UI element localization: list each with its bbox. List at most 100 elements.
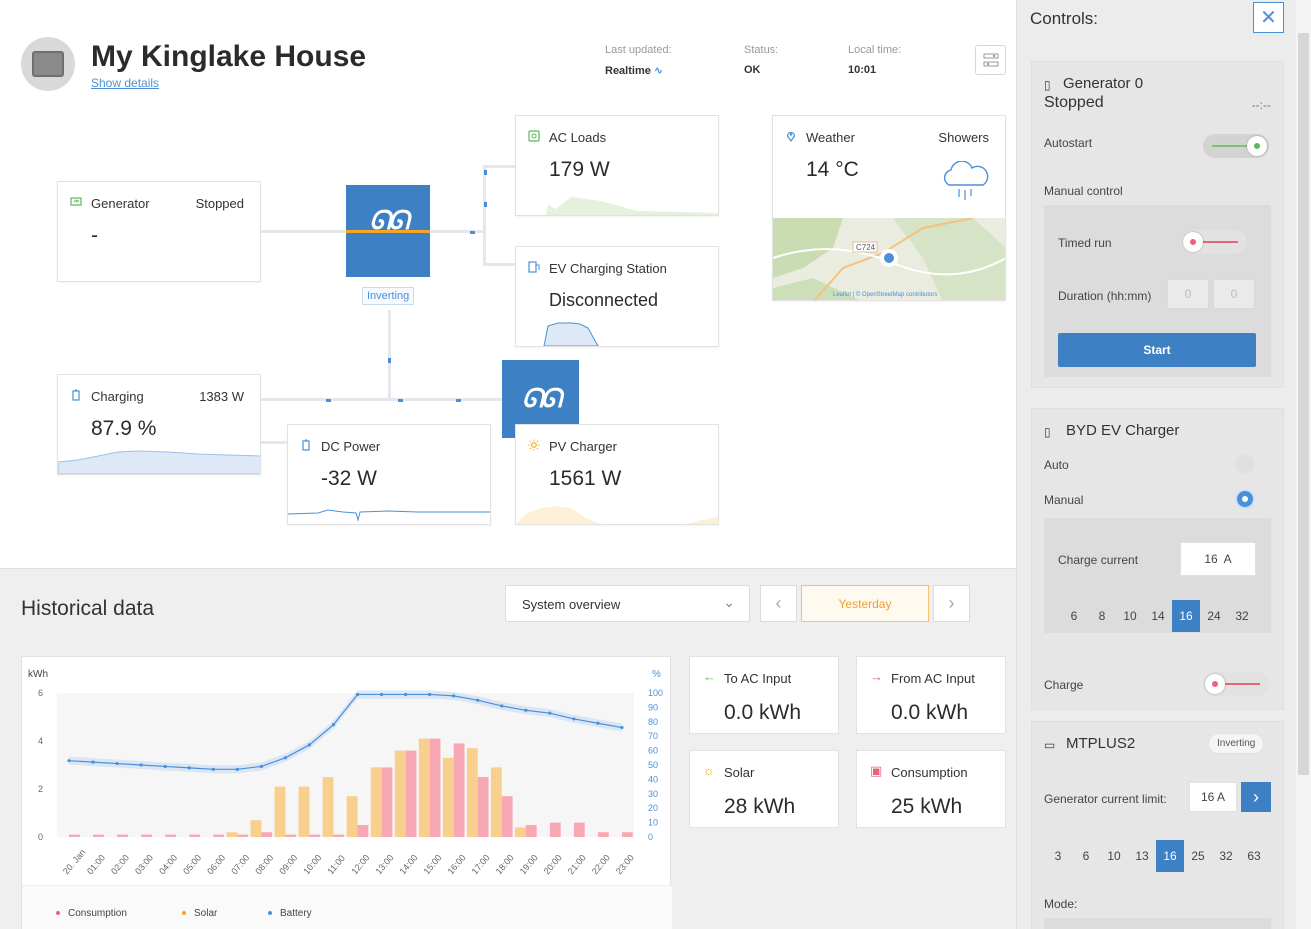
y2-axis-label: % bbox=[652, 669, 661, 680]
generator-name: Generator 0 bbox=[1063, 75, 1144, 92]
limit-option-selected[interactable]: 16 bbox=[1156, 840, 1184, 872]
battery-point bbox=[548, 711, 552, 715]
history-chart[interactable]: kWh %0246010203040506070809010020. Jan01:… bbox=[22, 657, 672, 885]
ac-loads-sparkline bbox=[546, 197, 718, 215]
charge-label: Charge bbox=[1044, 678, 1084, 692]
weather-box[interactable]: Weather Showers 14 °C C724 Leaflet | © O… bbox=[772, 115, 1006, 301]
controls-scrollbar[interactable] bbox=[1296, 0, 1311, 929]
x-tick-label: 03:00 bbox=[133, 853, 155, 877]
consumption-bar bbox=[357, 825, 369, 837]
consumption-bar bbox=[189, 834, 201, 837]
mode-selector[interactable] bbox=[1044, 918, 1271, 929]
x-tick-label: 08:00 bbox=[253, 853, 275, 877]
limit-option[interactable]: 10 bbox=[1100, 840, 1128, 872]
prev-period-button[interactable]: ‹ bbox=[760, 585, 797, 622]
consumption-bar bbox=[237, 834, 249, 837]
controls-toggle-button[interactable] bbox=[975, 45, 1006, 75]
mtplus-control-card: ▭ MTPLUS2 Inverting Generator current li… bbox=[1031, 721, 1284, 929]
battery-point bbox=[428, 692, 432, 697]
close-controls-button[interactable]: ✕ bbox=[1253, 2, 1284, 33]
limit-option[interactable]: 63 bbox=[1240, 840, 1268, 872]
generator-box[interactable]: Generator Stopped - bbox=[57, 181, 261, 282]
limit-option[interactable]: 13 bbox=[1128, 840, 1156, 872]
charge-current-input[interactable]: 16 A bbox=[1180, 542, 1256, 576]
limit-option[interactable]: 32 bbox=[1212, 840, 1240, 872]
y2-tick-label: 40 bbox=[648, 774, 658, 784]
show-details-link[interactable]: Show details bbox=[91, 76, 159, 90]
wire bbox=[483, 165, 516, 168]
manual-control-label: Manual control bbox=[1044, 184, 1123, 198]
battery-point bbox=[235, 767, 239, 771]
current-option[interactable]: 24 bbox=[1200, 600, 1228, 632]
dc-power-box[interactable]: DC Power -32 W bbox=[287, 424, 491, 525]
scrollbar-thumb[interactable] bbox=[1298, 33, 1309, 775]
flow-dot bbox=[398, 399, 403, 402]
x-tick-label: 19:00 bbox=[518, 853, 540, 877]
current-option[interactable]: 8 bbox=[1088, 600, 1116, 632]
gen-limit-options: 3 6 10 13 16 25 32 63 bbox=[1044, 840, 1268, 872]
toggle-knob bbox=[1205, 674, 1225, 694]
ev-charging-box[interactable]: EV Charging Station Disconnected bbox=[515, 246, 719, 347]
mtplus-name: MTPLUS2 bbox=[1066, 735, 1136, 752]
battery-point bbox=[163, 764, 167, 769]
current-option-selected[interactable]: 16 bbox=[1172, 600, 1200, 632]
legend-solar[interactable]: Solar bbox=[182, 908, 217, 919]
to-ac-value: 0.0 kWh bbox=[724, 701, 802, 724]
y-tick-label: 6 bbox=[38, 688, 43, 698]
current-option[interactable]: 32 bbox=[1228, 600, 1256, 632]
arrow-left-icon: ← bbox=[703, 669, 716, 684]
flow-dot bbox=[484, 170, 487, 175]
dc-power-icon bbox=[302, 439, 310, 451]
pv-charger-box[interactable]: PV Charger 1561 W bbox=[515, 424, 719, 525]
current-option[interactable]: 14 bbox=[1144, 600, 1172, 632]
auto-mode-radio[interactable] bbox=[1235, 454, 1255, 474]
battery-point bbox=[596, 721, 600, 725]
flow-dot bbox=[470, 231, 475, 234]
y2-tick-label: 60 bbox=[648, 746, 658, 756]
manual-mode-radio[interactable] bbox=[1235, 489, 1255, 509]
map-tiles bbox=[773, 217, 1005, 300]
battery-box[interactable]: Charging 1383 W 87.9 % bbox=[57, 374, 261, 475]
limit-option[interactable]: 6 bbox=[1072, 840, 1100, 872]
generator-icon: ▯ bbox=[1044, 78, 1051, 92]
start-generator-button[interactable]: Start bbox=[1058, 333, 1256, 367]
gen-limit-submit-button[interactable]: › bbox=[1241, 782, 1271, 812]
y2-tick-label: 20 bbox=[648, 803, 658, 813]
consumption-bar bbox=[453, 743, 465, 837]
solar-bar bbox=[322, 777, 334, 837]
consumption-bar bbox=[525, 825, 537, 837]
ac-loads-box[interactable]: AC Loads 179 W bbox=[515, 115, 719, 216]
current-option[interactable]: 6 bbox=[1060, 600, 1088, 632]
limit-option[interactable]: 25 bbox=[1184, 840, 1212, 872]
period-button[interactable]: Yesterday bbox=[801, 585, 929, 622]
timed-run-toggle[interactable] bbox=[1181, 230, 1247, 254]
battery-point bbox=[187, 766, 191, 770]
consumption-bar bbox=[477, 777, 489, 837]
duration-hours-input[interactable]: 0 bbox=[1167, 279, 1209, 309]
ev-charger-icon: ▯ bbox=[1044, 425, 1051, 439]
history-chart-card: kWh% 0 2 4 6 0 10 20 30 40 50 60 70 80 90 100 20. Jan 01:… bbox=[21, 656, 672, 929]
charge-toggle[interactable] bbox=[1203, 672, 1269, 696]
x-tick-label: 14:00 bbox=[397, 853, 419, 877]
gen-limit-label: Generator current limit: bbox=[1044, 792, 1167, 806]
gen-limit-input[interactable]: 16 A bbox=[1189, 782, 1237, 812]
autostart-toggle[interactable] bbox=[1203, 134, 1269, 158]
timed-run-label: Timed run bbox=[1058, 236, 1112, 250]
consumption-bar bbox=[309, 834, 321, 837]
legend-battery-label: Battery bbox=[280, 908, 312, 919]
ev-charging-sparkline bbox=[543, 322, 599, 346]
y-tick-label: 4 bbox=[38, 736, 43, 746]
legend-battery[interactable]: Battery bbox=[268, 908, 312, 919]
y2-tick-label: 100 bbox=[648, 688, 663, 698]
inverter-charger-unit[interactable]: ᘏᘏ bbox=[346, 185, 430, 277]
next-period-button[interactable]: › bbox=[933, 585, 970, 622]
limit-option[interactable]: 3 bbox=[1044, 840, 1072, 872]
current-option[interactable]: 10 bbox=[1116, 600, 1144, 632]
sun-icon bbox=[528, 439, 540, 451]
map-credit[interactable]: Leaflet | © OpenStreetMap contributors bbox=[833, 292, 937, 298]
view-select[interactable]: System overview ⌄ bbox=[505, 585, 750, 622]
duration-minutes-input[interactable]: 0 bbox=[1213, 279, 1255, 309]
legend-consumption[interactable]: Consumption bbox=[56, 908, 127, 919]
manual-control-panel: Timed run Duration (hh:mm) 0 0 Start bbox=[1044, 205, 1271, 377]
weather-map[interactable]: C724 Leaflet | © OpenStreetMap contribut… bbox=[773, 217, 1005, 300]
